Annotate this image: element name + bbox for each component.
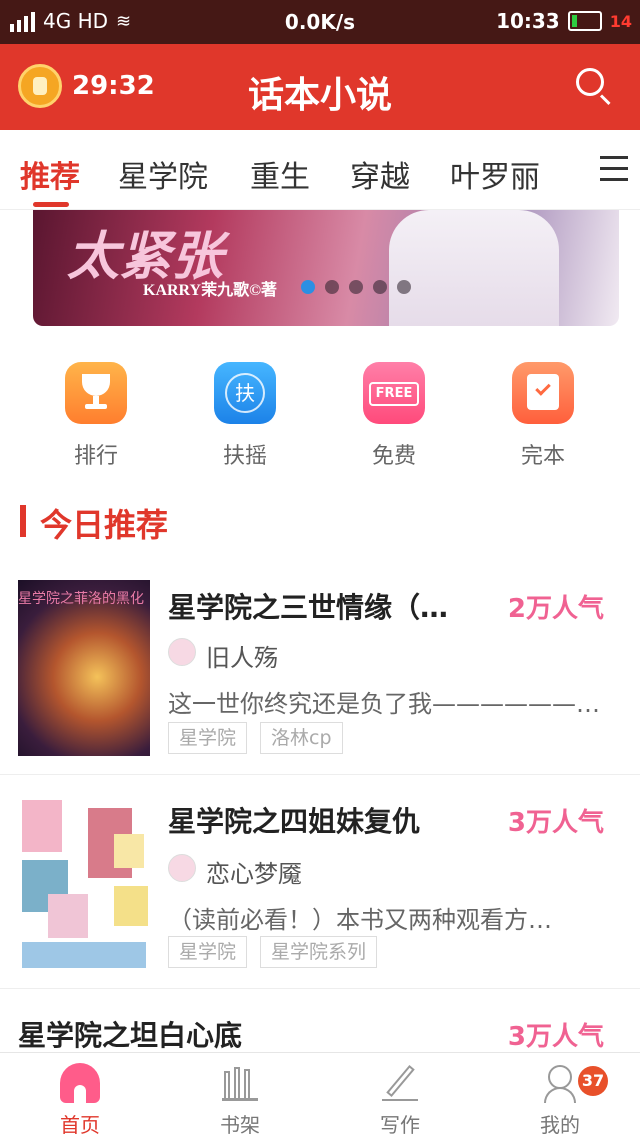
book-tag[interactable]: 洛林cp: [260, 722, 343, 754]
entry-fuyao[interactable]: 扶 扶摇: [195, 362, 295, 470]
entry-fuyao-label: 扶摇: [222, 444, 267, 469]
nav-write[interactable]: 写作: [340, 1063, 460, 1138]
free-tag-icon: FREE: [363, 362, 425, 424]
carousel-dot[interactable]: [301, 280, 315, 294]
category-tabs: 推荐 星学院 重生 穿越 叶罗丽 萌: [0, 130, 640, 210]
fuyao-icon: 扶: [214, 362, 276, 424]
divider: [0, 774, 640, 775]
book-title[interactable]: 星学院之坦白心底: [18, 1014, 242, 1054]
nav-bookshelf[interactable]: 书架: [180, 1063, 300, 1138]
app-title: 话本小说: [247, 75, 392, 116]
book-item[interactable]: 星学院之菲洛的黑化 星学院之三世情缘（… 2万人气 旧人殇 这一世你终究还是负了…: [0, 580, 640, 774]
section-title: 今日推荐: [40, 506, 169, 544]
app-screen: 4G HD ≋ 0.0K/s 10:33 14 29:32 话本小说 推荐 星学…: [0, 0, 640, 1138]
book-cover[interactable]: 星学院之菲洛的黑化: [18, 580, 150, 756]
banner-author: KARRY茉九歌©著: [143, 282, 278, 299]
section-marker: [20, 505, 26, 537]
free-glyph: FREE: [369, 382, 419, 406]
trophy-icon: [65, 362, 127, 424]
book-item[interactable]: 星学院之四姐妹复仇 3万人气 恋心梦魇 （读前必看！）本书又两种观看方… 星学院…: [0, 794, 640, 988]
nav-home[interactable]: 首页: [20, 1063, 140, 1138]
battery-icon: [567, 11, 602, 31]
tab-time-travel[interactable]: 穿越: [350, 152, 410, 196]
book-tag[interactable]: 星学院系列: [260, 936, 378, 968]
bookshelf-icon: [220, 1063, 260, 1103]
tab-star-academy[interactable]: 星学院: [118, 152, 208, 196]
notification-badge[interactable]: 37: [578, 1066, 608, 1096]
carousel-dot[interactable]: [373, 280, 387, 294]
app-header: 29:32 话本小说: [0, 44, 640, 130]
search-button[interactable]: [574, 66, 614, 106]
nav-bookshelf-label: 书架: [220, 1113, 260, 1137]
book-tag[interactable]: 星学院: [168, 722, 248, 754]
promo-banner[interactable]: 太紧张 KARRY茉九歌©著: [33, 210, 619, 326]
banner-figure: [389, 210, 559, 326]
clock: 10:33: [496, 9, 560, 33]
home-icon: [60, 1063, 100, 1103]
book-popularity: 3万人气: [507, 1022, 604, 1052]
book-popularity: 3万人气: [507, 808, 604, 838]
complete-check-icon: [512, 362, 574, 424]
carousel-dot[interactable]: [349, 280, 363, 294]
divider: [0, 988, 640, 989]
entry-ranking-label: 排行: [73, 444, 118, 469]
carousel-dots: [301, 280, 411, 294]
battery-level: 14: [609, 11, 632, 31]
tab-recommend[interactable]: 推荐: [20, 152, 80, 196]
book-author[interactable]: 恋心梦魇: [206, 854, 302, 889]
author-avatar: [168, 638, 196, 666]
nav-write-label: 写作: [380, 1113, 420, 1137]
tab-yeluoli[interactable]: 叶罗丽: [450, 152, 540, 196]
active-tab-indicator: [33, 202, 69, 207]
pen-icon: [380, 1063, 420, 1103]
entry-free-label: 免费: [371, 444, 416, 469]
entry-complete-label: 完本: [520, 444, 565, 469]
book-title[interactable]: 星学院之四姐妹复仇: [168, 800, 420, 840]
nav-me-label: 我的: [540, 1113, 580, 1137]
book-description: 这一世你终究还是负了我——————…: [168, 690, 600, 718]
entry-ranking[interactable]: 排行: [46, 362, 146, 470]
book-popularity: 2万人气: [507, 594, 604, 624]
entry-free[interactable]: FREE 免费: [344, 362, 444, 470]
tab-rebirth[interactable]: 重生: [250, 152, 310, 196]
book-tag[interactable]: 星学院: [168, 936, 248, 968]
nav-home-label: 首页: [60, 1113, 100, 1137]
bottom-nav: 首页 书架 写作 我的: [0, 1052, 640, 1138]
carousel-dot[interactable]: [325, 280, 339, 294]
book-title[interactable]: 星学院之三世情缘（…: [168, 586, 448, 626]
entry-complete[interactable]: 完本: [493, 362, 593, 470]
author-avatar: [168, 854, 196, 882]
carousel-dot[interactable]: [397, 280, 411, 294]
status-right: 10:33 14: [496, 9, 632, 33]
tab-menu-icon[interactable]: [600, 156, 628, 181]
book-author[interactable]: 旧人殇: [206, 638, 278, 673]
cover-text: 星学院之菲洛的黑化: [18, 591, 144, 607]
status-bar: 4G HD ≋ 0.0K/s 10:33 14: [0, 0, 640, 44]
profile-icon: [540, 1063, 580, 1103]
book-description: （读前必看！）本书又两种观看方…: [168, 906, 552, 934]
fuyao-glyph: 扶: [225, 373, 265, 413]
book-cover[interactable]: [18, 794, 150, 970]
book-item[interactable]: 星学院之坦白心底 3万人气: [0, 1008, 640, 1052]
